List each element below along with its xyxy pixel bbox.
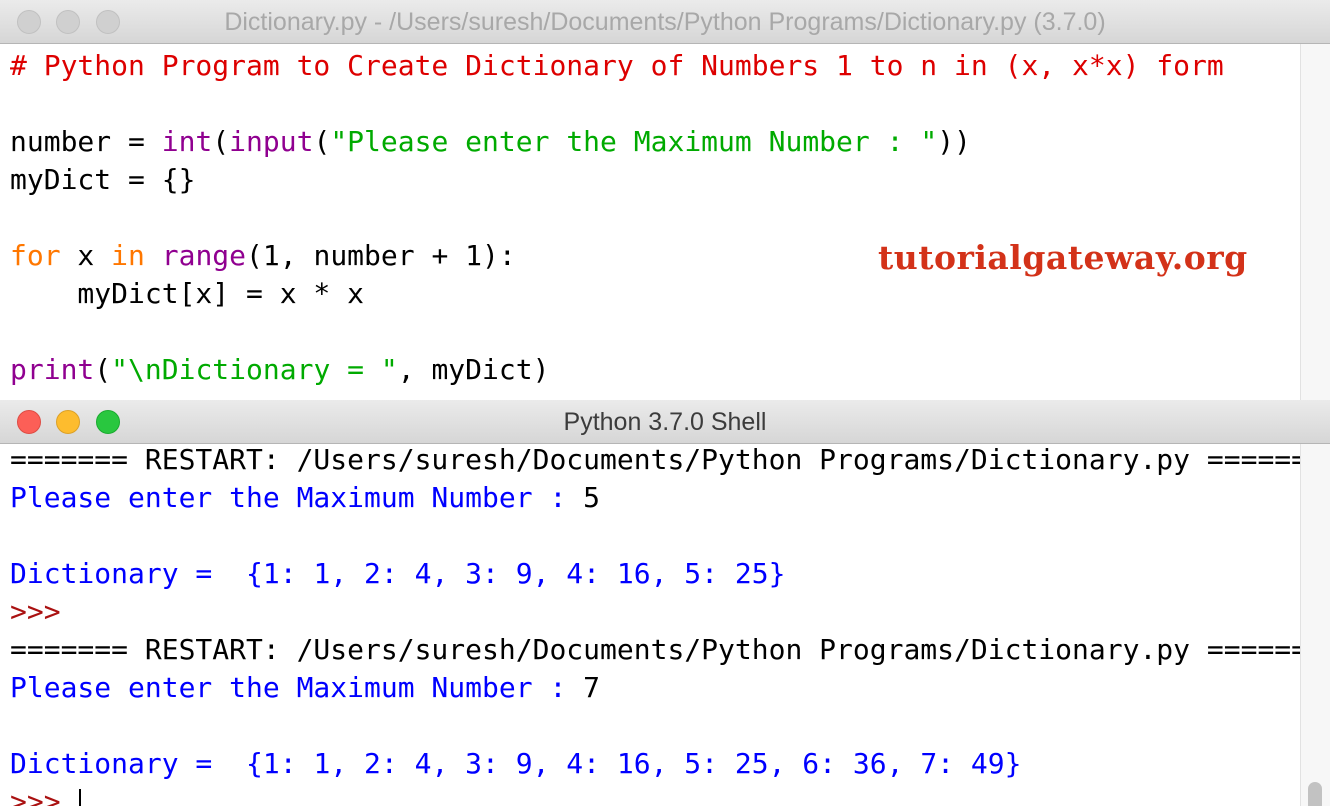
- shell-line: [10, 517, 1325, 555]
- output-result: {1: 1, 2: 4, 3: 9, 4: 16, 5: 25}: [246, 557, 786, 590]
- shell-line: Please enter the Maximum Number : 7: [10, 669, 1325, 707]
- watermark-logo: tutorialgateway.org: [878, 238, 1248, 277]
- restart-banner: ======= RESTART: /Users/suresh/Documents…: [10, 633, 1325, 666]
- shell-line: ======= RESTART: /Users/suresh/Documents…: [10, 631, 1325, 669]
- code-text: (: [313, 125, 331, 158]
- code-text: , myDict): [397, 353, 550, 386]
- code-text: )): [937, 125, 971, 158]
- shell-titlebar[interactable]: Python 3.7.0 Shell: [0, 400, 1330, 444]
- code-text: (: [212, 125, 230, 158]
- code-text: (1, number + 1):: [246, 239, 516, 272]
- editor-titlebar[interactable]: Dictionary.py - /Users/suresh/Documents/…: [0, 0, 1330, 44]
- scrollbar-thumb[interactable]: [1308, 782, 1322, 806]
- code-text: myDict[x] = x * x: [10, 277, 365, 310]
- code-text: x: [60, 239, 112, 272]
- code-comment: # Python Program to Create Dictionary of…: [10, 49, 1224, 82]
- code-builtin: input: [229, 125, 314, 158]
- code-builtin: print: [10, 353, 95, 386]
- shell-line: ======= RESTART: /Users/suresh/Documents…: [10, 441, 1325, 479]
- restart-banner: ======= RESTART: /Users/suresh/Documents…: [10, 443, 1325, 476]
- shell-line: Dictionary = {1: 1, 2: 4, 3: 9, 4: 16, 5…: [10, 555, 1325, 593]
- shell-line: >>>: [10, 783, 1325, 806]
- code-text: myDict = {}: [10, 163, 196, 196]
- shell-line: [10, 707, 1325, 745]
- shell-prompt: >>>: [10, 595, 61, 628]
- editor-window-title: Dictionary.py - /Users/suresh/Documents/…: [224, 8, 1106, 36]
- shell-scrollbar[interactable]: [1300, 444, 1330, 806]
- code-line: myDict[x] = x * x: [10, 275, 1224, 313]
- code-keyword: in: [111, 239, 145, 272]
- shell-prompt: >>>: [10, 785, 78, 806]
- shell-line: Dictionary = {1: 1, 2: 4, 3: 9, 4: 16, 5…: [10, 745, 1325, 783]
- code-line: number = int(input("Please enter the Max…: [10, 123, 1224, 161]
- code-keyword: for: [10, 239, 61, 272]
- output-label: Dictionary =: [10, 557, 247, 590]
- input-prompt-text: Please enter the Maximum Number :: [10, 481, 584, 514]
- code-string: "Please enter the Maximum Number : ": [330, 125, 938, 158]
- user-input: 7: [583, 671, 601, 704]
- input-prompt-text: Please enter the Maximum Number :: [10, 671, 584, 704]
- code-builtin: range: [161, 239, 247, 272]
- code-text: number =: [10, 125, 162, 158]
- shell-window-title: Python 3.7.0 Shell: [563, 408, 767, 436]
- editor-code-area[interactable]: # Python Program to Create Dictionary of…: [10, 47, 1224, 389]
- shell-line: Please enter the Maximum Number : 5: [10, 479, 1325, 517]
- code-builtin: int: [161, 125, 213, 158]
- output-result: {1: 1, 2: 4, 3: 9, 4: 16, 5: 25, 6: 36, …: [246, 747, 1022, 780]
- user-input: 5: [583, 481, 601, 514]
- editor-window: Dictionary.py - /Users/suresh/Documents/…: [0, 0, 1330, 400]
- code-line: myDict = {}: [10, 161, 1224, 199]
- shell-line: >>>: [10, 593, 1325, 631]
- editor-scrollbar[interactable]: [1300, 44, 1330, 400]
- code-string: "\nDictionary = ": [111, 353, 398, 386]
- output-label: Dictionary =: [10, 747, 247, 780]
- code-line: print("\nDictionary = ", myDict): [10, 351, 1224, 389]
- shell-window: Python 3.7.0 Shell ======= RESTART: /Use…: [0, 400, 1330, 806]
- text-cursor: [79, 789, 82, 806]
- code-text: (: [94, 353, 112, 386]
- shell-output-area[interactable]: ======= RESTART: /Users/suresh/Documents…: [10, 441, 1325, 806]
- code-line: # Python Program to Create Dictionary of…: [10, 47, 1224, 85]
